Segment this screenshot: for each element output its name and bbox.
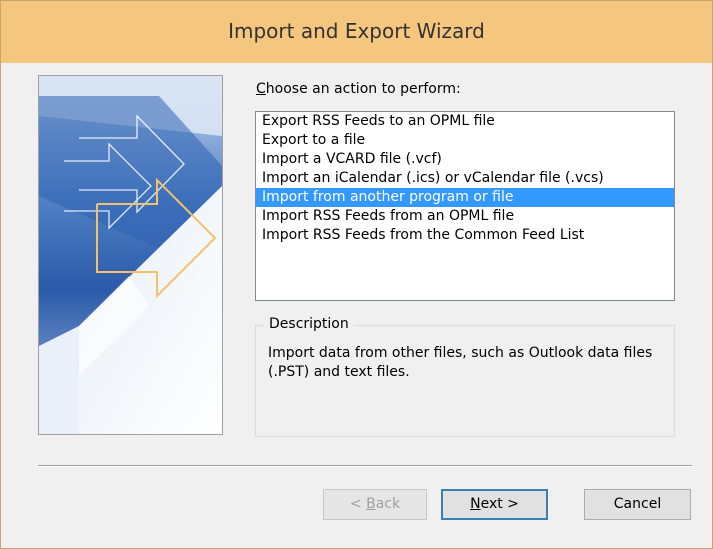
list-item[interactable]: Import RSS Feeds from the Common Feed Li… bbox=[256, 226, 674, 245]
separator bbox=[38, 465, 692, 467]
list-item[interactable]: Export RSS Feeds to an OPML file bbox=[256, 112, 674, 131]
wizard-arrows-graphic bbox=[39, 76, 222, 434]
list-item[interactable]: Export to a file bbox=[256, 131, 674, 150]
import-export-wizard-window: Import and Export Wizard Choose an actio… bbox=[0, 0, 713, 549]
description-text: Import data from other files, such as Ou… bbox=[268, 345, 653, 380]
list-item[interactable]: Import a VCARD file (.vcf) bbox=[256, 150, 674, 169]
description-legend: Description bbox=[264, 316, 354, 332]
title-bar[interactable]: Import and Export Wizard bbox=[1, 1, 712, 63]
choose-action-label: Choose an action to perform: bbox=[256, 81, 461, 97]
list-item-selected[interactable]: Import from another program or file bbox=[256, 188, 674, 207]
back-button[interactable]: < Back bbox=[323, 489, 427, 520]
window-title: Import and Export Wizard bbox=[228, 19, 485, 43]
action-listbox[interactable]: Export RSS Feeds to an OPML file Export … bbox=[255, 111, 675, 301]
wizard-side-graphic bbox=[38, 75, 223, 435]
description-groupbox: Description Import data from other files… bbox=[255, 316, 675, 437]
next-button[interactable]: Next > bbox=[441, 489, 548, 520]
cancel-button[interactable]: Cancel bbox=[584, 489, 691, 520]
list-item[interactable]: Import an iCalendar (.ics) or vCalendar … bbox=[256, 169, 674, 188]
wizard-body: Choose an action to perform: Export RSS … bbox=[9, 63, 704, 541]
list-item[interactable]: Import RSS Feeds from an OPML file bbox=[256, 207, 674, 226]
